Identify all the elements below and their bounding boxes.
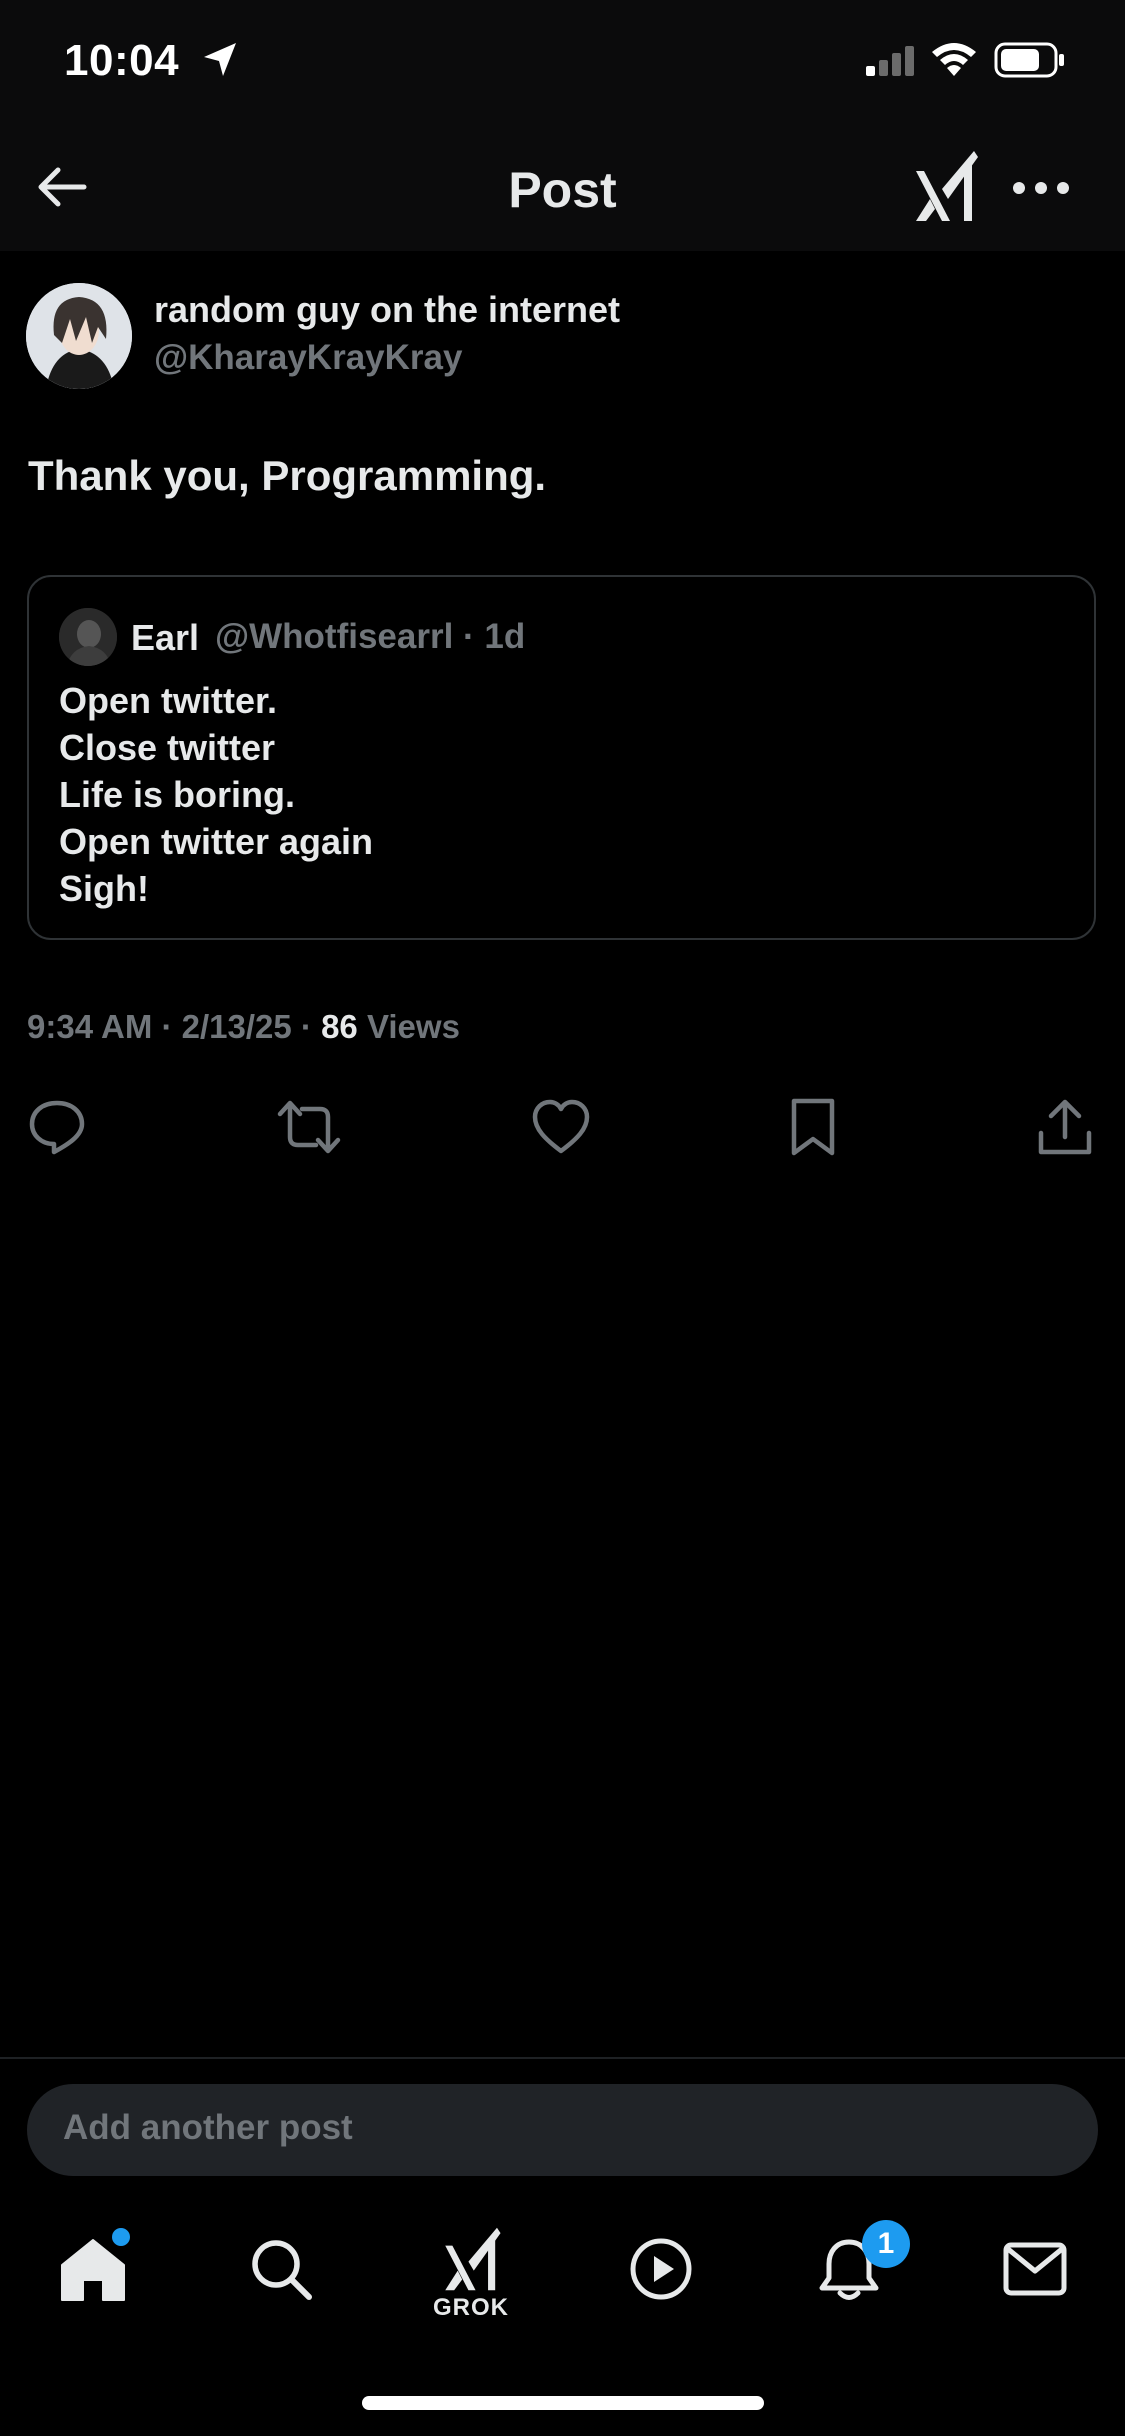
home-indicator[interactable] (362, 2396, 764, 2410)
tab-grok[interactable]: GROK (427, 2214, 517, 2321)
author-avatar[interactable] (26, 283, 132, 389)
quoted-post-text: Open twitter. Close twitter Life is bori… (59, 677, 373, 912)
mail-icon (1003, 2242, 1067, 2296)
reply-icon[interactable] (20, 1090, 94, 1164)
wifi-icon (930, 40, 978, 78)
repost-icon[interactable] (272, 1090, 346, 1164)
quoted-author-name: Earl (131, 617, 200, 658)
status-bar: 10:04 (0, 0, 1125, 125)
status-time: 10:04 (64, 36, 180, 85)
like-heart-icon[interactable] (524, 1090, 598, 1164)
compose-placeholder: Add another post (63, 2108, 353, 2147)
author-handle[interactable]: @KharayKrayKray (154, 338, 462, 378)
play-icon (630, 2238, 692, 2300)
tab-messages[interactable] (990, 2224, 1080, 2314)
quoted-post-line: Open twitter. (59, 680, 278, 721)
quoted-post-line: Close twitter (59, 727, 276, 768)
tab-video[interactable] (616, 2224, 706, 2314)
post-author: random guy on the internet @KharayKrayKr… (26, 283, 1096, 393)
quoted-author-meta: @Whotfisearrl · 1d (215, 617, 526, 656)
share-icon[interactable] (1028, 1090, 1102, 1164)
location-arrow-icon (200, 40, 240, 80)
views-label: Views (357, 1008, 460, 1045)
bookmark-icon[interactable] (776, 1090, 850, 1164)
add-another-post-input[interactable]: Add another post (27, 2084, 1098, 2176)
reply-compose-bar: Add another post (0, 2057, 1125, 2184)
tab-home[interactable] (48, 2224, 138, 2314)
quoted-post-line: Open twitter again (59, 821, 374, 862)
more-options-icon[interactable] (1010, 163, 1072, 213)
post-meta: 9:34 AM · 2/13/25 · 86 Views (27, 1008, 460, 1046)
bottom-tab-bar: GROK 1 (0, 2184, 1125, 2364)
quoted-author-avatar[interactable] (59, 608, 117, 666)
tab-notifications[interactable]: 1 (804, 2220, 910, 2314)
views-count[interactable]: 86 (321, 1008, 358, 1045)
notifications-badge: 1 (862, 2220, 910, 2268)
search-icon (252, 2240, 312, 2300)
grok-icon (445, 2227, 501, 2291)
cellular-signal-icon (866, 46, 916, 76)
post-timestamp: 9:34 AM · 2/13/25 · (27, 1008, 322, 1045)
home-unread-dot (112, 2228, 130, 2246)
back-arrow-icon[interactable] (32, 157, 92, 217)
post-actions (0, 1090, 1125, 1164)
author-display-name[interactable]: random guy on the internet (154, 289, 620, 331)
quoted-post-line: Life is boring. (59, 774, 296, 815)
grok-logo-icon[interactable] (912, 149, 980, 223)
battery-icon (994, 42, 1066, 78)
top-nav-bar: Post (0, 125, 1125, 251)
grok-label: GROK (433, 2294, 509, 2321)
quoted-post-card[interactable]: Earl @Whotfisearrl · 1d Open twitter. Cl… (27, 575, 1096, 940)
quoted-post-line: Sigh! (59, 868, 149, 909)
tab-search[interactable] (236, 2224, 326, 2314)
post-text: Thank you, Programming. (28, 452, 547, 499)
